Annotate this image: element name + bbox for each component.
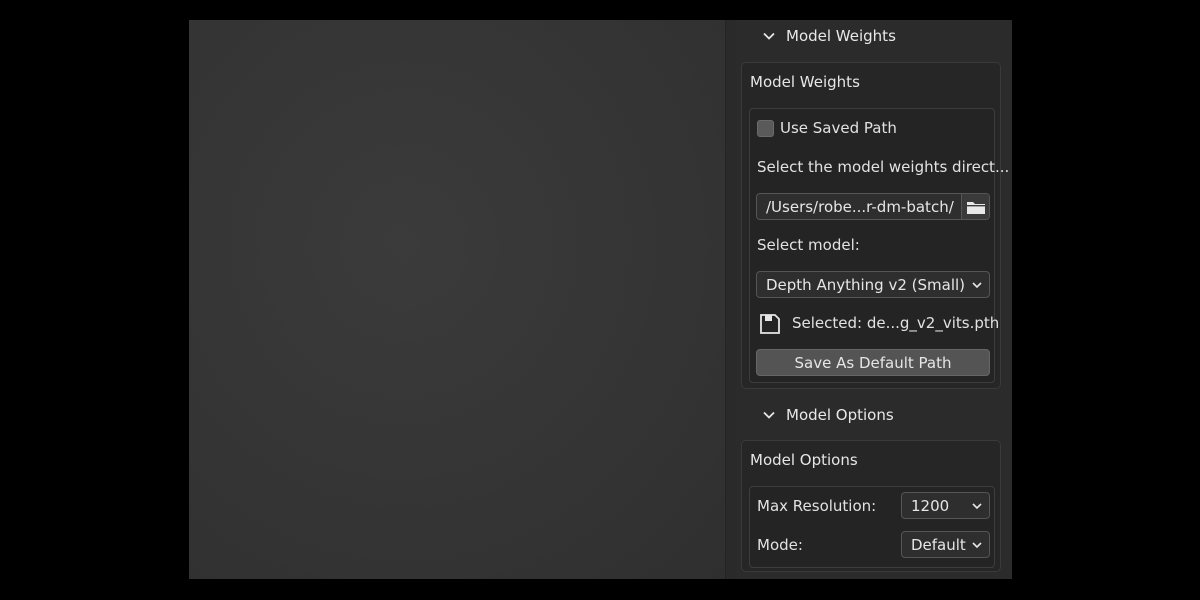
box-title: Model Options	[750, 451, 858, 469]
section-header-label: Model Weights	[786, 27, 896, 45]
chevron-down-icon	[762, 408, 776, 422]
use-saved-path-checkbox[interactable]	[757, 120, 774, 137]
mode-value: Default	[911, 535, 966, 554]
panel-scrollbar[interactable]	[1006, 20, 1012, 579]
folder-icon[interactable]	[961, 194, 989, 219]
model-weights-path-field[interactable]: /Users/robe...r-dm-batch/	[756, 193, 990, 220]
max-resolution-label: Max Resolution:	[757, 497, 877, 515]
use-saved-path-label[interactable]: Use Saved Path	[780, 119, 897, 137]
select-dir-label: Select the model weights direct...	[757, 158, 1010, 176]
section-header-label: Model Options	[786, 406, 894, 424]
mode-select[interactable]: Default	[901, 531, 990, 558]
model-options-inner-panel: Max Resolution: 1200 Mode: Default	[749, 486, 995, 568]
box-title: Model Weights	[750, 73, 860, 91]
path-value: /Users/robe...r-dm-batch/	[766, 197, 954, 216]
save-as-default-path-button[interactable]: Save As Default Path	[756, 349, 990, 376]
model-select[interactable]: Depth Anything v2 (Small)	[756, 271, 990, 298]
file-icon	[759, 313, 781, 339]
side-panel: Model Weights Model Weights Use Saved Pa…	[736, 20, 1012, 579]
chevron-down-icon	[971, 539, 985, 551]
select-model-label: Select model:	[757, 236, 860, 254]
chevron-down-icon	[971, 500, 985, 512]
chevron-down-icon	[762, 29, 776, 43]
viewport-canvas[interactable]	[189, 20, 725, 579]
model-weights-box: Model Weights Use Saved Path Select the …	[741, 62, 1009, 389]
max-resolution-select[interactable]: 1200	[901, 492, 990, 519]
model-options-section-header[interactable]: Model Options	[736, 399, 1006, 431]
max-resolution-value: 1200	[911, 496, 950, 515]
model-weights-section-header[interactable]: Model Weights	[736, 20, 1006, 52]
chevron-down-icon	[971, 279, 985, 291]
model-options-box: Model Options Max Resolution: 1200 Mode:…	[741, 440, 1001, 572]
selected-file-label: Selected: de...g_v2_vits.pth	[792, 314, 1000, 332]
model-select-value: Depth Anything v2 (Small)	[766, 275, 966, 294]
mode-label: Mode:	[757, 536, 803, 554]
model-weights-inner-panel: Use Saved Path Select the model weights …	[749, 108, 1009, 383]
